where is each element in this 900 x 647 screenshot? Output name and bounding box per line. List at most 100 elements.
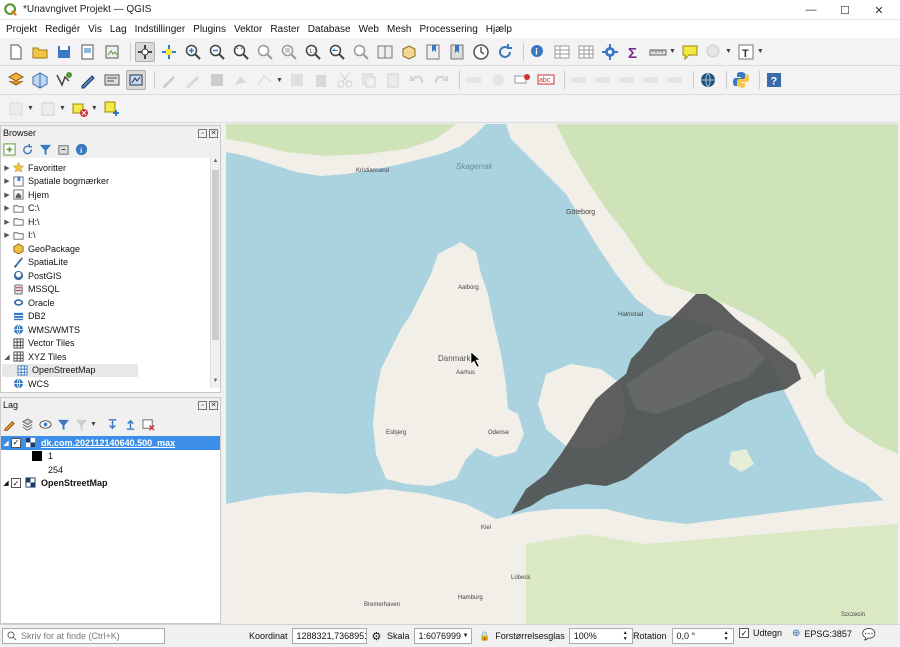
menu-indstillinger[interactable]: Indstillinger: [131, 24, 190, 35]
temporal-controller-icon[interactable]: [471, 42, 491, 62]
open-attribute-table-icon[interactable]: [552, 42, 572, 62]
select-by-location-icon[interactable]: [102, 99, 122, 119]
annotation-dropdown-caret-icon[interactable]: ▼: [725, 48, 732, 55]
float-panel-icon[interactable]: ▫: [198, 400, 207, 410]
collapse-all-icon[interactable]: [57, 143, 70, 156]
add-delimited-text-icon[interactable]: [78, 70, 98, 90]
collapse-arrow-icon[interactable]: ◢: [1, 439, 11, 447]
zoom-out-icon[interactable]: [207, 42, 227, 62]
rotate-label-icon[interactable]: [593, 70, 613, 90]
zoom-next-icon[interactable]: [351, 42, 371, 62]
menu-plugins[interactable]: Plugins: [189, 24, 230, 35]
deselect-dropdown-caret-icon[interactable]: ▼: [91, 105, 98, 112]
zoom-full-icon[interactable]: [231, 42, 251, 62]
zoom-last-icon[interactable]: [327, 42, 347, 62]
collapse-arrow-icon[interactable]: ◢: [2, 353, 12, 361]
browser-item-wcs[interactable]: WCS: [2, 377, 220, 391]
layout-manager-icon[interactable]: [102, 42, 122, 62]
browser-item-geopackage[interactable]: GeoPackage: [2, 242, 220, 256]
label-toolbar-icon[interactable]: [464, 70, 484, 90]
scale-combo[interactable]: 1:6076999 ▼: [413, 628, 472, 644]
browser-item-wms-wmts[interactable]: WMS/WMTS: [2, 323, 220, 337]
pin-labels-icon[interactable]: [512, 70, 532, 90]
text-annotation-icon[interactable]: T: [736, 42, 756, 62]
browser-item-hjem[interactable]: ▶ Hjem: [2, 188, 220, 202]
browser-item-c-drive[interactable]: ▶ C:\: [2, 202, 220, 216]
browser-item-vector-tiles[interactable]: Vector Tiles: [2, 337, 220, 351]
browser-scrollbar[interactable]: ▲ ▼: [210, 158, 220, 388]
toolbox-gear-icon[interactable]: [600, 42, 620, 62]
browser-item-spatialite[interactable]: SpatiaLite: [2, 256, 220, 270]
toggle-extents-icon[interactable]: ⚙: [372, 630, 382, 643]
save-layer-edits-icon[interactable]: [207, 70, 227, 90]
enable-properties-icon[interactable]: i: [75, 143, 88, 156]
remove-layer-icon[interactable]: [142, 418, 155, 431]
refresh-browser-icon[interactable]: [21, 143, 34, 156]
browser-item-oracle[interactable]: Oracle: [2, 296, 220, 310]
map-tips-icon[interactable]: [680, 42, 700, 62]
menu-hjaelp[interactable]: Hjælp: [482, 24, 516, 35]
new-bookmark-icon[interactable]: [423, 42, 443, 62]
browser-item-i-drive[interactable]: ▶ I:\: [2, 229, 220, 243]
zoom-in-icon[interactable]: [183, 42, 203, 62]
scroll-up-icon[interactable]: ▲: [211, 158, 220, 168]
vertex-tool-icon[interactable]: [255, 70, 275, 90]
layer-visibility-checkbox[interactable]: ✓: [11, 478, 21, 489]
menu-processering[interactable]: Processering: [415, 24, 481, 35]
cut-features-icon[interactable]: [335, 70, 355, 90]
modify-attributes-icon[interactable]: [287, 70, 307, 90]
measure-dropdown-caret-icon[interactable]: ▼: [669, 48, 676, 55]
messages-icon[interactable]: 💬: [862, 628, 876, 641]
save-project-icon[interactable]: [54, 42, 74, 62]
lock-scale-icon[interactable]: 🔒: [479, 631, 490, 642]
expand-arrow-icon[interactable]: ▶: [2, 218, 12, 226]
highlight-labels-abc-icon[interactable]: abc: [536, 70, 556, 90]
identify-features-icon[interactable]: i: [528, 42, 548, 62]
filter-legend-icon[interactable]: [57, 418, 70, 431]
menu-database[interactable]: Database: [304, 24, 355, 35]
rotation-spinbox[interactable]: 0,0 ° ▲ ▼: [671, 628, 734, 644]
spinbox-arrows-icon[interactable]: ▲ ▼: [623, 630, 628, 642]
minimize-button[interactable]: —: [794, 0, 828, 20]
layer-row-radar[interactable]: ◢ ✓ dk.com.202112140640.500_max: [1, 436, 220, 450]
layer-labeling-icon[interactable]: [488, 70, 508, 90]
paste-features-icon[interactable]: [383, 70, 403, 90]
select-features-dropdown-caret-icon[interactable]: ▼: [27, 105, 34, 112]
pan-map-icon[interactable]: [135, 41, 155, 62]
redo-icon[interactable]: [431, 70, 451, 90]
browser-item-h-drive[interactable]: ▶ H:\: [2, 215, 220, 229]
menu-web[interactable]: Web: [355, 24, 383, 35]
scale-dropdown-caret-icon[interactable]: ▼: [463, 633, 469, 639]
select-by-value-icon[interactable]: [38, 99, 58, 119]
statistical-summary-icon[interactable]: Σ: [624, 42, 644, 62]
maximize-button[interactable]: ☐: [828, 0, 862, 20]
map-render[interactable]: Skagerrak Göteborg Aalborg Danmark Aarhu…: [226, 124, 898, 624]
crs-group[interactable]: ⊕ EPSG:3857: [792, 628, 852, 639]
data-source-manager-icon[interactable]: [6, 70, 26, 90]
vertex-tool-dropdown-caret-icon[interactable]: ▼: [276, 77, 283, 84]
move-label-icon[interactable]: [569, 70, 589, 90]
close-panel-icon[interactable]: ✕: [209, 400, 218, 410]
filter-browser-icon[interactable]: [39, 143, 52, 156]
close-button[interactable]: ✕: [862, 0, 896, 20]
manage-map-themes-icon[interactable]: [39, 418, 52, 431]
magnifier-spinbox[interactable]: 100% ▲ ▼: [568, 628, 633, 644]
new-3d-map-view-icon[interactable]: [399, 42, 419, 62]
coordinate-field[interactable]: 1288321,7368951: [291, 628, 367, 644]
metasearch-globe-icon[interactable]: [698, 70, 718, 90]
expand-arrow-icon[interactable]: ▶: [2, 164, 12, 172]
collapse-arrow-icon[interactable]: ◢: [1, 479, 11, 487]
copy-features-icon[interactable]: [359, 70, 379, 90]
select-by-value-dropdown-caret-icon[interactable]: ▼: [59, 105, 66, 112]
menu-raster[interactable]: Raster: [266, 24, 303, 35]
expand-arrow-icon[interactable]: ▶: [2, 231, 12, 239]
add-virtual-layer-icon[interactable]: [102, 70, 122, 90]
crs-globe-icon[interactable]: ⊕: [792, 628, 800, 639]
add-group-icon[interactable]: [21, 417, 34, 431]
refresh-icon[interactable]: [495, 42, 515, 62]
layer-row-openstreetmap[interactable]: ◢ ✓ OpenStreetMap: [1, 477, 220, 491]
pan-to-selection-icon[interactable]: [159, 42, 179, 62]
show-bookmarks-icon[interactable]: [447, 42, 467, 62]
browser-item-openstreetmap[interactable]: OpenStreetMap: [2, 363, 138, 377]
messages-group[interactable]: 💬: [862, 628, 876, 641]
